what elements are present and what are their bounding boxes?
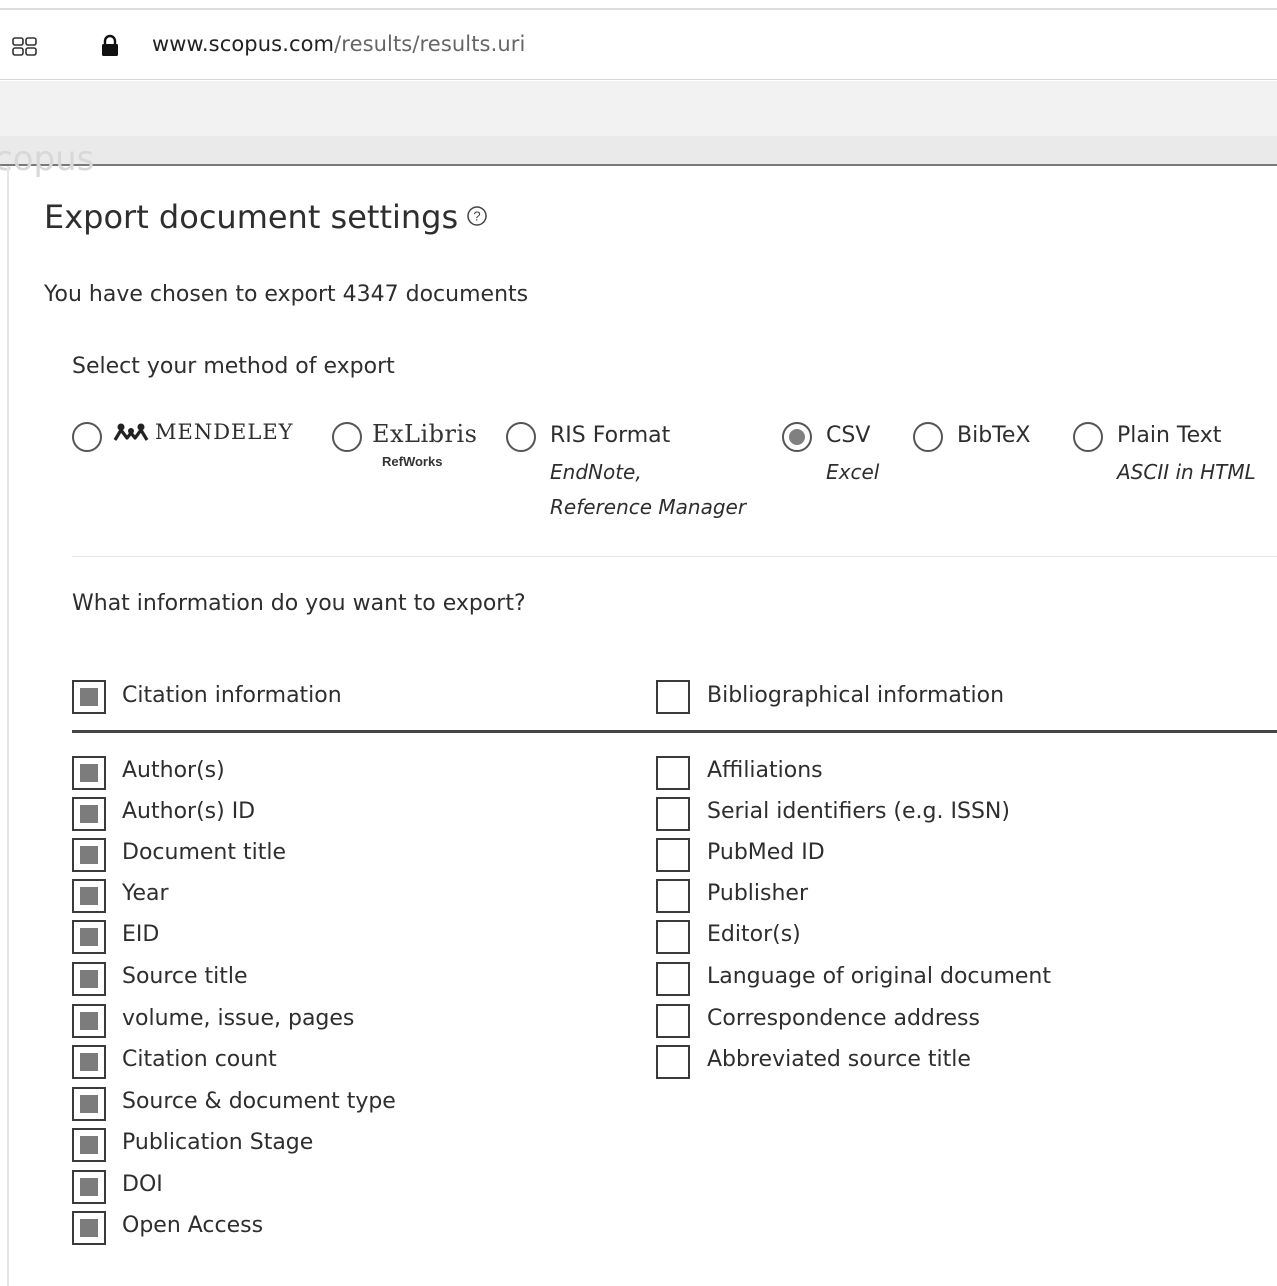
checkbox-citation-count[interactable] (72, 1045, 106, 1079)
mendeley-option-label[interactable]: MENDELEY (113, 420, 294, 444)
checkbox-volume-issue-pages[interactable] (72, 1004, 106, 1038)
group-header-rule (72, 730, 1277, 733)
browser-top-edge (0, 0, 1277, 10)
export-fields-label: What information do you want to export? (72, 591, 526, 616)
checkbox-citation-information[interactable] (72, 680, 106, 714)
radio-bibtex[interactable] (913, 422, 943, 452)
ris-option-sub2: Reference Manager (550, 495, 747, 519)
field-label[interactable]: DOI (122, 1172, 163, 1197)
plaintext-option-label[interactable]: Plain Text (1117, 423, 1221, 448)
page-subheader-background (0, 136, 1277, 166)
radio-mendeley[interactable] (72, 422, 102, 452)
radio-csv[interactable] (782, 422, 812, 452)
background-logo-text: copus (0, 139, 95, 179)
checkbox-pubmed-id[interactable] (656, 838, 690, 872)
ris-option-sub: EndNote, (550, 460, 642, 484)
checkbox-doi[interactable] (72, 1170, 106, 1204)
export-count-text: You have chosen to export 4347 documents (44, 282, 529, 307)
field-label[interactable]: PubMed ID (707, 840, 825, 865)
bibtex-option-label[interactable]: BibTeX (957, 423, 1030, 448)
checkbox-publisher[interactable] (656, 879, 690, 913)
checkbox-document-title[interactable] (72, 838, 106, 872)
checkbox-publication-stage[interactable] (72, 1128, 106, 1162)
field-label[interactable]: Language of original document (707, 964, 1051, 989)
field-label[interactable]: EID (122, 922, 159, 947)
checkbox-source-document-type[interactable] (72, 1087, 106, 1121)
field-label[interactable]: Document title (122, 840, 286, 865)
field-label[interactable]: Correspondence address (707, 1006, 980, 1031)
checkbox-serial-identifiers[interactable] (656, 797, 690, 831)
page-header-background (0, 81, 1277, 136)
citation-information-label[interactable]: Citation information (122, 683, 342, 708)
csv-option-label[interactable]: CSV (826, 423, 870, 448)
checkbox-year[interactable] (72, 879, 106, 913)
radio-plaintext[interactable] (1073, 422, 1103, 452)
bibliographical-information-label[interactable]: Bibliographical information (707, 683, 1004, 708)
field-label[interactable]: Open Access (122, 1213, 263, 1238)
modal-left-edge (7, 166, 9, 1286)
radio-refworks[interactable] (332, 422, 362, 452)
url-text[interactable]: www.scopus.com/results/results.uri (152, 32, 525, 56)
checkbox-language[interactable] (656, 962, 690, 996)
field-label[interactable]: Source & document type (122, 1089, 396, 1114)
checkbox-correspondence-address[interactable] (656, 1004, 690, 1038)
field-label[interactable]: Source title (122, 964, 248, 989)
csv-option-sub: Excel (826, 460, 880, 484)
field-label[interactable]: Abbreviated source title (707, 1047, 971, 1072)
mendeley-logo-icon (113, 423, 149, 441)
field-label[interactable]: Publication Stage (122, 1130, 313, 1155)
field-label[interactable]: Affiliations (707, 758, 823, 783)
checkbox-source-title[interactable] (72, 962, 106, 996)
field-label[interactable]: Publisher (707, 881, 808, 906)
checkbox-author-ids[interactable] (72, 797, 106, 831)
radio-ris[interactable] (506, 422, 536, 452)
tabs-grid-icon[interactable] (12, 36, 38, 58)
field-label[interactable]: Author(s) (122, 758, 225, 783)
field-label[interactable]: Author(s) ID (122, 799, 255, 824)
address-bar[interactable]: www.scopus.com/results/results.uri (0, 12, 1277, 80)
modal-title: Export document settings? (44, 198, 488, 236)
checkbox-affiliations[interactable] (656, 756, 690, 790)
field-label[interactable]: Citation count (122, 1047, 277, 1072)
exlibris-logo-icon[interactable]: ExLibris RefWorks (372, 420, 477, 474)
export-method-label: Select your method of export (72, 354, 395, 379)
checkbox-editors[interactable] (656, 920, 690, 954)
checkbox-authors[interactable] (72, 756, 106, 790)
checkbox-bibliographical-information[interactable] (656, 680, 690, 714)
ris-option-label[interactable]: RIS Format (550, 423, 670, 448)
svg-text:?: ? (474, 209, 481, 224)
checkbox-abbreviated-source-title[interactable] (656, 1045, 690, 1079)
field-label[interactable]: volume, issue, pages (122, 1006, 354, 1031)
field-label[interactable]: Year (122, 881, 169, 906)
lock-icon[interactable] (100, 34, 120, 58)
field-label[interactable]: Serial identifiers (e.g. ISSN) (707, 799, 1010, 824)
plaintext-option-sub: ASCII in HTML (1117, 460, 1256, 484)
help-circle-icon[interactable]: ? (466, 205, 488, 227)
checkbox-open-access[interactable] (72, 1211, 106, 1245)
checkbox-eid[interactable] (72, 920, 106, 954)
section-divider (72, 556, 1277, 557)
field-label[interactable]: Editor(s) (707, 922, 801, 947)
